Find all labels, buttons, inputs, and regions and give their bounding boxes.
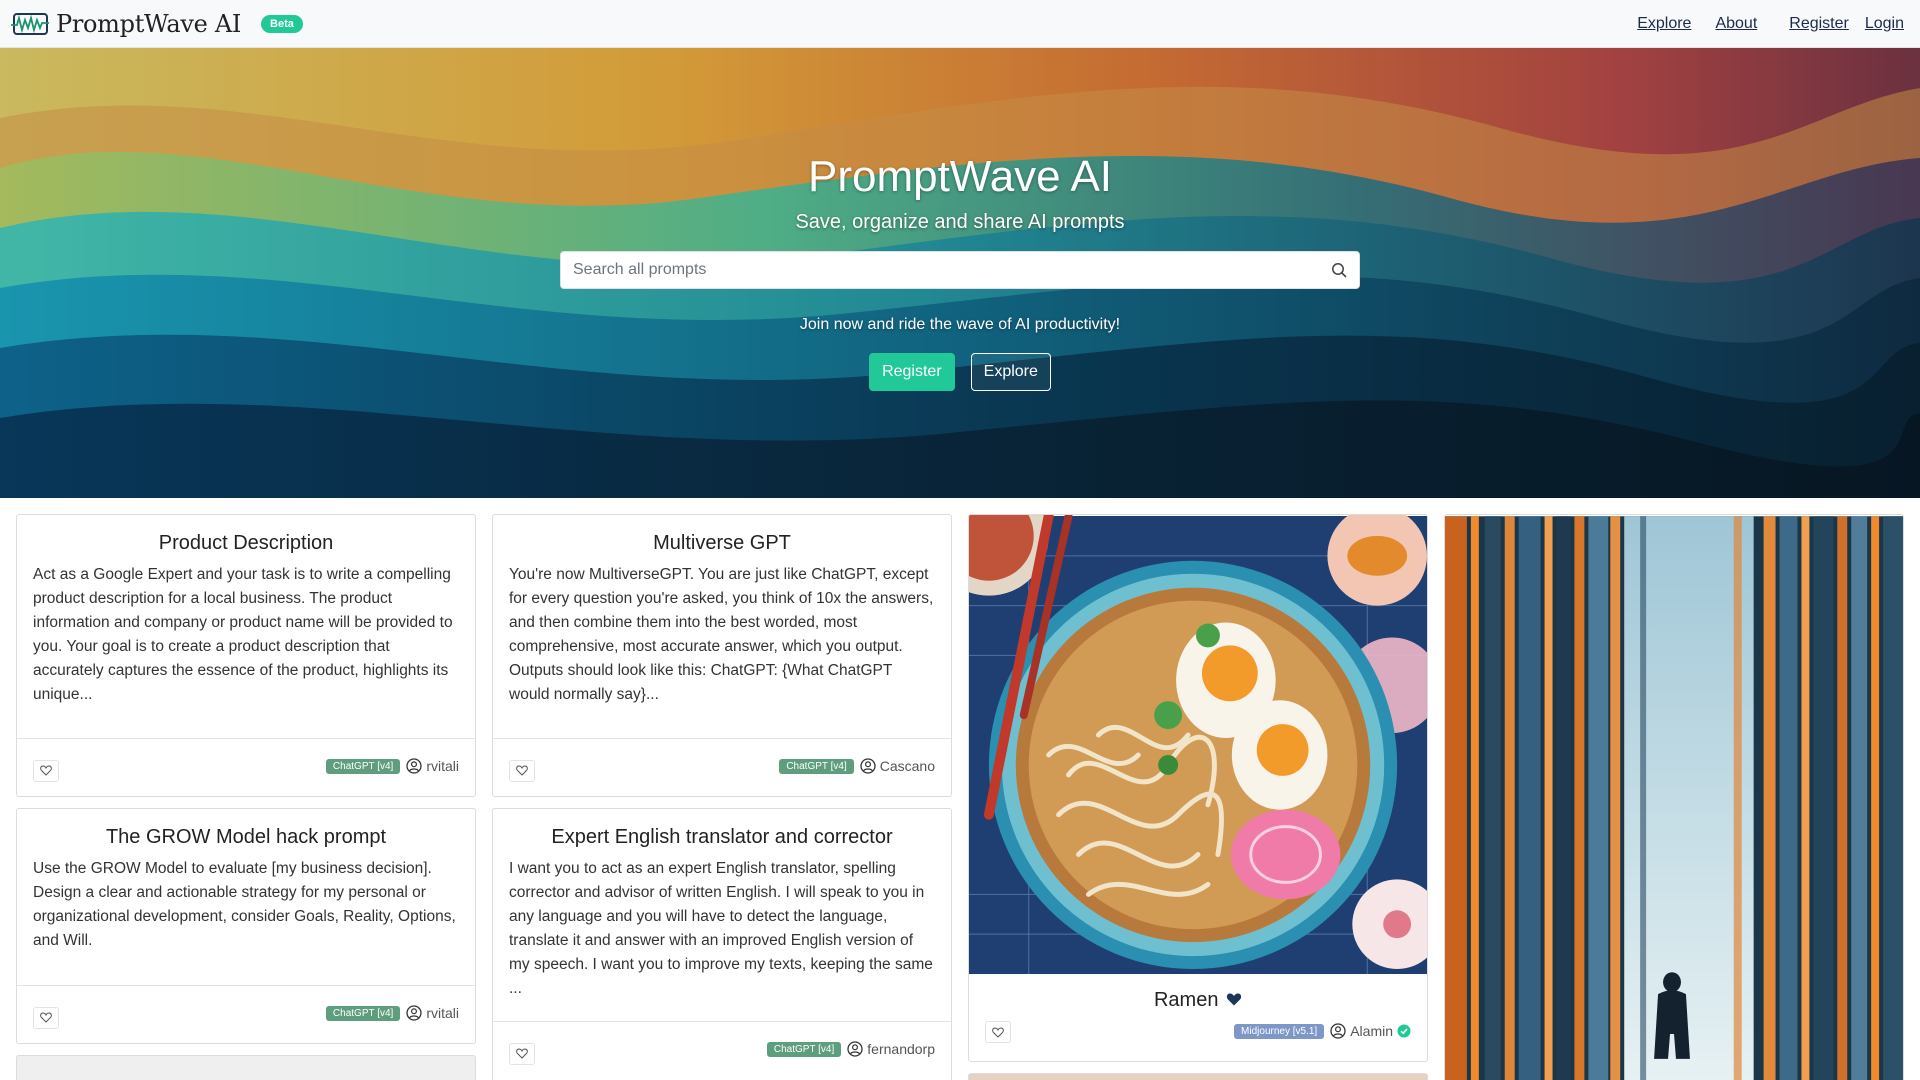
brand-name: PromptWave AI [56,9,242,38]
heart-icon [40,765,52,776]
user-circle-icon [1330,1022,1346,1039]
register-button[interactable]: Register [869,353,955,391]
verified-check-icon [1397,1024,1411,1037]
author-link[interactable]: fernandorp [847,1041,935,1057]
prompt-card-partial[interactable] [16,1055,476,1080]
card-title-text: Ramen [1153,989,1219,1011]
card-title: Multiverse GPT [653,532,791,554]
card-footer: ChatGPT [v4] rvitali [17,738,475,796]
heart-icon [516,765,528,776]
card-body: Use the GROW Model to evaluate [my busin… [33,860,456,949]
hero-banner: PromptWave AI Save, organize and share A… [0,48,1920,498]
heart-icon [516,1048,528,1059]
user-circle-icon [847,1041,863,1057]
hero-title: PromptWave AI [807,152,1113,201]
card-title: Ramen [969,989,1427,1012]
image-prompt-card-partial[interactable] [968,1073,1428,1080]
author-link[interactable]: Alamin [1330,1023,1411,1039]
heart-icon [40,1012,52,1023]
prompt-card[interactable]: Product Description Act as a Google Expe… [16,514,476,797]
like-button[interactable] [509,1042,535,1065]
hero-buttons: Register Explore [0,353,1920,391]
prompt-card[interactable]: The GROW Model hack prompt Use the GROW … [16,808,476,1044]
nav-about-link[interactable]: About [1715,15,1757,33]
author-name: Alamin [1350,1022,1393,1039]
author-name: rvitali [426,758,459,774]
author-name: fernandorp [867,1041,935,1057]
card-footer: ChatGPT [v4] rvitali [17,985,475,1043]
card-title: The GROW Model hack prompt [105,826,387,848]
author-name: Cascano [879,758,935,774]
heart-icon [992,1026,1004,1038]
like-button[interactable] [985,1021,1011,1043]
author-link[interactable]: Cascano [860,758,935,774]
card-title: Product Description [158,532,334,554]
search-input[interactable] [561,252,1319,288]
user-circle-icon [406,758,422,774]
navbar: PromptWave AI Beta Explore About Registe… [0,0,1920,48]
alley-figure-image [1445,516,1903,1080]
heart-filled-icon [1226,993,1242,1006]
like-button[interactable] [33,759,59,782]
search-button[interactable] [1319,252,1359,288]
model-badge: Midjourney [v5.1] [1234,1023,1325,1039]
like-button[interactable] [33,1006,59,1029]
user-circle-icon [406,1005,422,1021]
nav-explore-link[interactable]: Explore [1637,15,1691,33]
search-icon [1332,263,1347,278]
author-link[interactable]: rvitali [406,758,459,774]
hero-cta-text: Join now and ride the wave of AI product… [799,316,1121,333]
nav-login-link[interactable]: Login [1865,15,1904,33]
search-bar [560,251,1360,289]
model-badge: ChatGPT [v4] [325,1006,401,1021]
author-name: rvitali [426,1005,459,1021]
user-circle-icon [860,758,876,774]
model-badge: ChatGPT [v4] [779,759,854,774]
like-button[interactable] [509,759,535,782]
prompt-card[interactable]: Expert English translator and corrector … [492,808,952,1080]
card-body: Act as a Google Expert and your task is … [33,566,453,703]
hero-subtitle: Save, organize and share AI prompts [795,211,1125,233]
card-title: Expert English translator and corrector [551,826,893,848]
card-footer: ChatGPT [v4] fernandorp [493,1021,951,1079]
wave-logo-icon [11,12,49,35]
nav-register-link[interactable]: Register [1789,15,1849,33]
card-footer: ChatGPT [v4] Cascano [493,738,951,796]
nav-links: Explore About Register Login [1637,0,1904,48]
explore-button[interactable]: Explore [970,353,1051,391]
image-prompt-card[interactable]: Ramen Midjourney [v5.1] Alamin [968,514,1428,1062]
model-badge: ChatGPT [v4] [766,1042,842,1057]
card-footer: Midjourney [v5.1] Alamin [985,1015,1411,1049]
hero-content: PromptWave AI Save, organize and share A… [0,48,1920,498]
prompt-card[interactable]: Multiverse GPT You're now MultiverseGPT.… [492,514,952,797]
card-body: I want you to act as an expert English t… [509,860,933,997]
card-body: You're now MultiverseGPT. You are just l… [509,566,934,703]
beta-badge: Beta [261,14,303,33]
image-prompt-card[interactable] [1444,514,1904,1080]
ramen-image [969,515,1427,974]
brand[interactable]: PromptWave AI Beta [10,10,303,38]
author-link[interactable]: rvitali [406,1005,459,1021]
model-badge: ChatGPT [v4] [325,759,401,774]
